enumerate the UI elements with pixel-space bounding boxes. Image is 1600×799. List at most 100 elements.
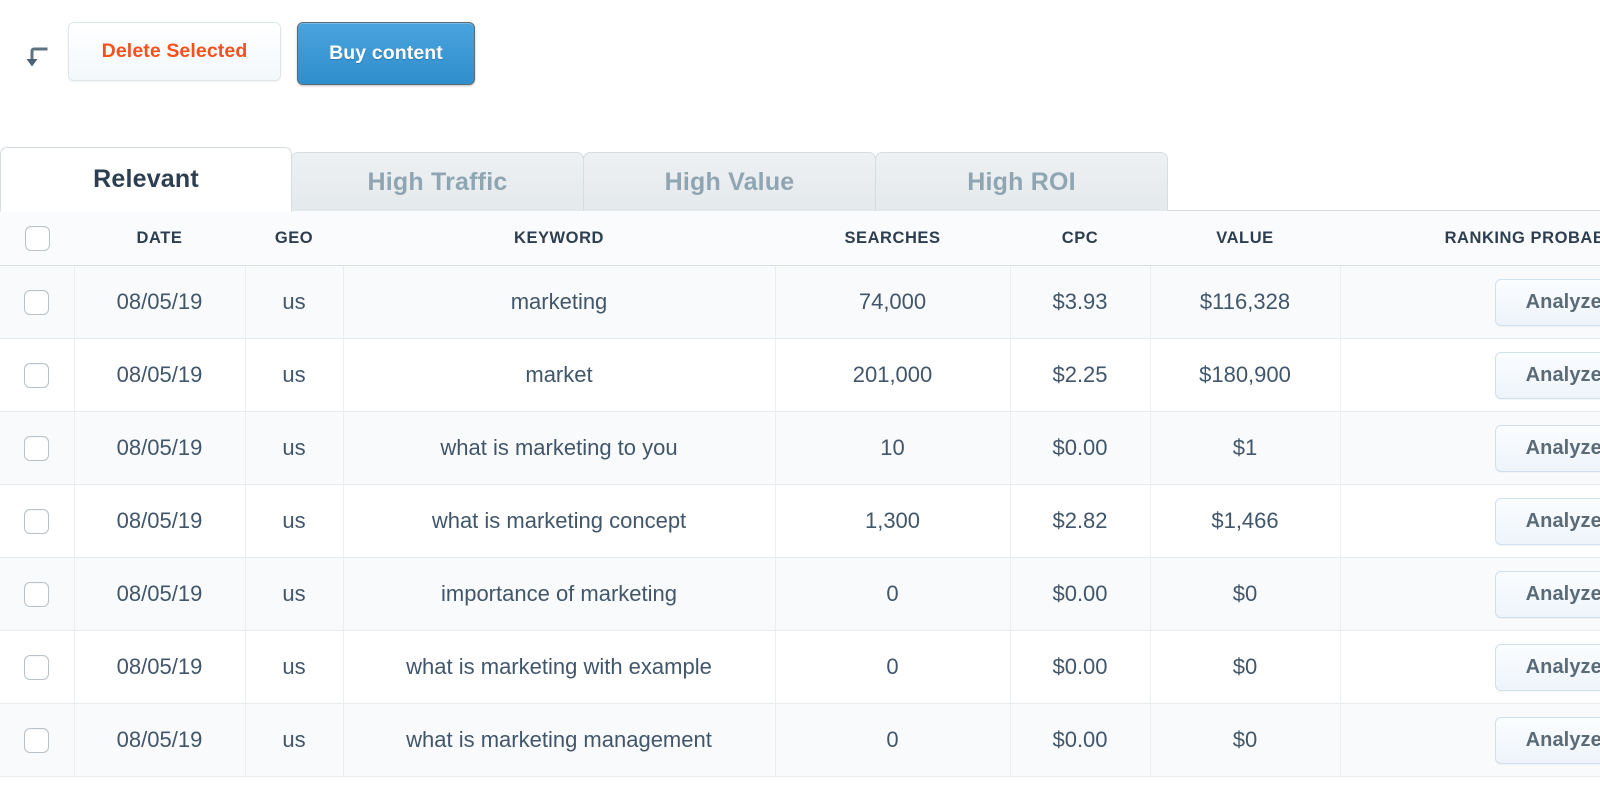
cell-keyword: what is marketing management	[343, 703, 776, 777]
column-header-value[interactable]: VALUE	[1150, 211, 1340, 266]
tab-high-value[interactable]: High Value	[583, 152, 876, 211]
row-select-checkbox[interactable]	[24, 655, 50, 681]
cell-keyword: what is marketing to you	[343, 411, 776, 485]
cell-date: 08/05/19	[74, 630, 246, 704]
cell-searches: 0	[775, 703, 1011, 777]
cell-geo: us	[245, 557, 344, 631]
cell-keyword: what is marketing with example	[343, 630, 776, 704]
cell-geo: us	[245, 630, 344, 704]
analyze-button[interactable]: Analyze	[1495, 643, 1600, 691]
select-all-checkbox[interactable]	[24, 225, 50, 251]
cell-date: 08/05/19	[74, 265, 246, 339]
column-header-geo[interactable]: GEO	[245, 211, 343, 266]
table-row: 08/05/19 us what is marketing concept 1,300…	[0, 484, 1600, 558]
table-row: 08/05/19 us what is marketing management 0 $…	[0, 703, 1600, 777]
cell-geo: us	[245, 338, 344, 412]
cell-searches: 201,000	[775, 338, 1011, 412]
delete-selected-button[interactable]: Delete Selected	[68, 22, 281, 81]
table-row: 08/05/19 us market 201,000 $2.25 $180,900 Anal…	[0, 338, 1600, 412]
column-header-keyword[interactable]: KEYWORD	[343, 211, 775, 266]
row-select-checkbox[interactable]	[24, 290, 50, 316]
row-select-cell	[0, 338, 75, 412]
column-header-ranking-probability[interactable]: RANKING PROBABILITY	[1340, 211, 1600, 266]
cell-searches: 74,000	[775, 265, 1011, 339]
cell-cpc: $0.00	[1010, 411, 1151, 485]
cell-ranking-probability: Analyze	[1340, 484, 1600, 558]
cell-date: 08/05/19	[74, 411, 246, 485]
cell-value: $116,328	[1150, 265, 1341, 339]
cell-date: 08/05/19	[74, 484, 246, 558]
cell-keyword: what is marketing concept	[343, 484, 776, 558]
cell-searches: 1,300	[775, 484, 1011, 558]
row-select-cell	[0, 630, 75, 704]
cell-value: $0	[1150, 630, 1341, 704]
analyze-button[interactable]: Analyze	[1495, 424, 1600, 472]
cell-keyword: marketing	[343, 265, 776, 339]
analyze-button[interactable]: Analyze	[1495, 570, 1600, 618]
cell-keyword: market	[343, 338, 776, 412]
cell-value: $180,900	[1150, 338, 1341, 412]
table-row: 08/05/19 us what is marketing to you 10 $0.0…	[0, 411, 1600, 485]
cell-date: 08/05/19	[74, 338, 246, 412]
row-select-cell	[0, 265, 75, 339]
row-select-cell	[0, 411, 75, 485]
cell-cpc: $2.25	[1010, 338, 1151, 412]
tab-relevant[interactable]: Relevant	[0, 147, 292, 212]
cell-ranking-probability: Analyze	[1340, 630, 1600, 704]
column-header-searches[interactable]: SEARCHES	[775, 211, 1010, 266]
return-arrow-icon[interactable]	[22, 44, 48, 70]
row-select-checkbox[interactable]	[24, 436, 50, 462]
cell-value: $0	[1150, 557, 1341, 631]
cell-date: 08/05/19	[74, 557, 246, 631]
toolbar: Delete Selected Buy content	[0, 0, 1600, 110]
buy-content-button[interactable]: Buy content	[297, 22, 475, 85]
cell-date: 08/05/19	[74, 703, 246, 777]
cell-geo: us	[245, 265, 344, 339]
cell-value: $0	[1150, 703, 1341, 777]
select-all-header	[0, 211, 74, 266]
row-select-checkbox[interactable]	[24, 509, 50, 535]
keyword-table: DATE GEO KEYWORD SEARCHES CPC VALUE RANK…	[0, 211, 1600, 777]
tab-high-roi[interactable]: High ROI	[875, 152, 1168, 211]
row-select-cell	[0, 484, 75, 558]
analyze-button[interactable]: Analyze	[1495, 278, 1600, 326]
cell-ranking-probability: Analyze	[1340, 265, 1600, 339]
table-row: 08/05/19 us what is marketing with example…	[0, 630, 1600, 704]
tabs-strip: Relevant High Traffic High Value High RO…	[0, 145, 1600, 212]
cell-cpc: $0.00	[1010, 703, 1151, 777]
column-header-date[interactable]: DATE	[74, 211, 245, 266]
cell-keyword: importance of marketing	[343, 557, 776, 631]
table-header: DATE GEO KEYWORD SEARCHES CPC VALUE RANK…	[0, 211, 1600, 266]
cell-geo: us	[245, 484, 344, 558]
row-select-checkbox[interactable]	[24, 582, 50, 608]
tab-label: Relevant	[93, 165, 199, 193]
cell-cpc: $2.82	[1010, 484, 1151, 558]
row-select-cell	[0, 703, 75, 777]
row-select-checkbox[interactable]	[24, 728, 50, 754]
cell-ranking-probability: Analyze	[1340, 557, 1600, 631]
row-select-checkbox[interactable]	[24, 363, 50, 389]
cell-cpc: $0.00	[1010, 630, 1151, 704]
column-header-cpc[interactable]: CPC	[1010, 211, 1150, 266]
cell-cpc: $0.00	[1010, 557, 1151, 631]
cell-cpc: $3.93	[1010, 265, 1151, 339]
tab-label: High Traffic	[367, 167, 508, 196]
keyword-table-container: DATE GEO KEYWORD SEARCHES CPC VALUE RANK…	[0, 211, 1600, 777]
table-row: 08/05/19 us marketing 74,000 $3.93 $116,328 An…	[0, 265, 1600, 339]
tab-high-traffic[interactable]: High Traffic	[291, 152, 584, 211]
cell-searches: 10	[775, 411, 1011, 485]
cell-value: $1,466	[1150, 484, 1341, 558]
tab-label: High Value	[664, 167, 795, 196]
cell-value: $1	[1150, 411, 1341, 485]
cell-searches: 0	[775, 630, 1011, 704]
analyze-button[interactable]: Analyze	[1495, 497, 1600, 545]
cell-geo: us	[245, 703, 344, 777]
cell-searches: 0	[775, 557, 1011, 631]
cell-geo: us	[245, 411, 344, 485]
table-row: 08/05/19 us importance of marketing 0 $0.00 $…	[0, 557, 1600, 631]
tab-label: High ROI	[967, 167, 1076, 196]
cell-ranking-probability: Analyze	[1340, 338, 1600, 412]
analyze-button[interactable]: Analyze	[1495, 716, 1600, 764]
analyze-button[interactable]: Analyze	[1495, 351, 1600, 399]
row-select-cell	[0, 557, 75, 631]
